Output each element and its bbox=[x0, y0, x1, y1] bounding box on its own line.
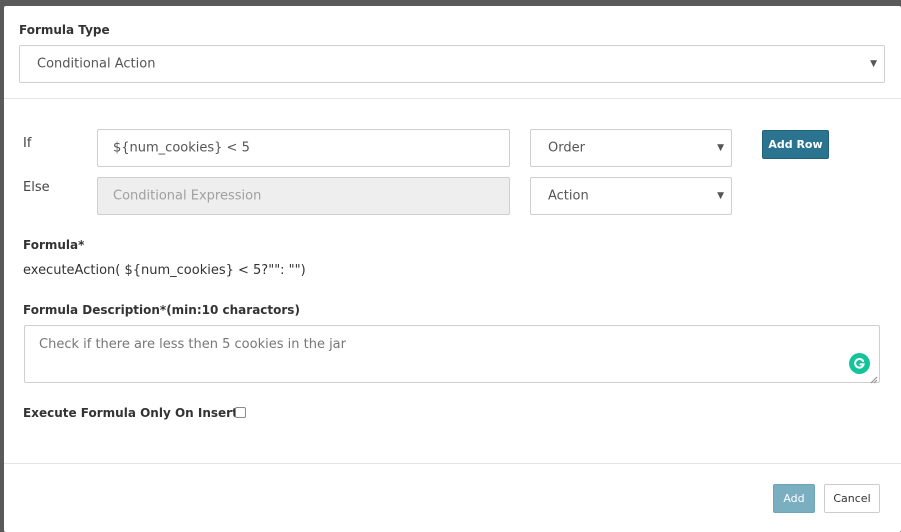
formula-type-select[interactable]: Conditional Action ▼ bbox=[19, 45, 885, 83]
formula-value: executeAction( ${num_cookies} < 5?"": ""… bbox=[23, 263, 306, 278]
add-button[interactable]: Add bbox=[773, 484, 815, 513]
insert-only-label: Execute Formula Only On Insert bbox=[23, 406, 238, 420]
caret-down-icon: ▼ bbox=[717, 143, 724, 153]
formula-label: Formula* bbox=[23, 238, 85, 252]
grammarly-icon[interactable] bbox=[849, 353, 870, 374]
formula-modal: Formula Type Conditional Action ▼ If ${n… bbox=[4, 6, 901, 532]
description-value: Check if there are less then 5 cookies i… bbox=[39, 337, 346, 352]
resize-handle-icon[interactable] bbox=[870, 373, 878, 384]
footer-divider bbox=[4, 463, 901, 464]
description-label: Formula Description*(min:10 charactors) bbox=[23, 303, 300, 317]
else-expression-placeholder: Conditional Expression bbox=[113, 188, 262, 204]
if-action-select[interactable]: Order ▼ bbox=[530, 129, 732, 167]
else-action-select[interactable]: Action ▼ bbox=[530, 177, 732, 215]
header-divider bbox=[4, 98, 901, 99]
if-label: If bbox=[23, 136, 32, 151]
add-row-button[interactable]: Add Row bbox=[762, 130, 829, 159]
if-expression-value: ${num_cookies} < 5 bbox=[113, 140, 250, 156]
caret-down-icon: ▼ bbox=[870, 59, 877, 69]
if-expression-input[interactable]: ${num_cookies} < 5 bbox=[97, 129, 510, 167]
insert-only-checkbox[interactable] bbox=[235, 407, 246, 418]
if-action-selected: Order bbox=[548, 140, 585, 156]
cancel-button[interactable]: Cancel bbox=[824, 484, 880, 513]
caret-down-icon: ▼ bbox=[717, 191, 724, 201]
else-expression-input[interactable]: Conditional Expression bbox=[97, 177, 510, 215]
else-label: Else bbox=[23, 180, 50, 195]
description-textarea[interactable]: Check if there are less then 5 cookies i… bbox=[24, 325, 880, 384]
formula-type-selected: Conditional Action bbox=[37, 56, 156, 72]
formula-type-label: Formula Type bbox=[19, 23, 110, 37]
else-action-selected: Action bbox=[548, 188, 589, 204]
